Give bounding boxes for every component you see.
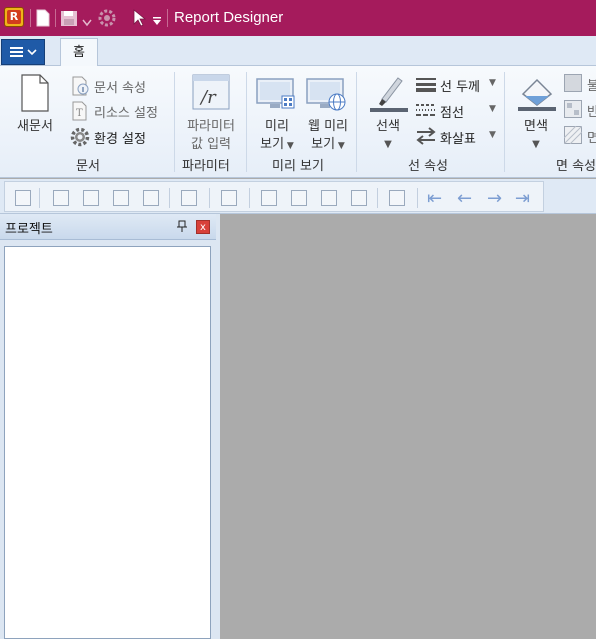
environment-settings-gear-icon[interactable] bbox=[70, 127, 90, 147]
line-width-icon[interactable] bbox=[415, 76, 437, 92]
web-preview-icon[interactable] bbox=[306, 78, 346, 112]
settings-gear-icon[interactable] bbox=[98, 9, 116, 27]
fill-solid-icon[interactable] bbox=[564, 74, 582, 92]
web-preview-button-line1[interactable]: 웹 미리 bbox=[300, 118, 356, 136]
pin-icon[interactable] bbox=[176, 220, 188, 233]
resource-settings-icon[interactable]: T bbox=[70, 101, 90, 121]
title-bar: R Report Designer bbox=[0, 0, 596, 36]
insert-image-icon[interactable] bbox=[83, 190, 99, 206]
last-page-icon[interactable]: ⇥ bbox=[515, 188, 530, 209]
parameter-group-label: 파라미터 bbox=[182, 159, 230, 174]
add-page-icon[interactable] bbox=[261, 190, 277, 206]
next-page-icon[interactable]: → bbox=[487, 188, 502, 209]
fill-color-dropdown-icon[interactable]: ▼ bbox=[514, 136, 558, 154]
resource-settings-button[interactable]: 리소스 설정 bbox=[94, 102, 158, 121]
save-dropdown-icon[interactable] bbox=[82, 14, 92, 32]
application-menu-button[interactable] bbox=[1, 39, 45, 65]
svg-text:T: T bbox=[76, 108, 83, 119]
menu-icon bbox=[10, 47, 37, 57]
arrow-style-dropdown-icon[interactable]: ▼ bbox=[489, 130, 496, 140]
quick-access-menu-icon[interactable] bbox=[152, 12, 162, 30]
fill-hatch-icon[interactable] bbox=[564, 126, 582, 144]
save-icon[interactable] bbox=[60, 9, 78, 27]
fill-color-button[interactable]: 면색 bbox=[514, 118, 558, 136]
new-document-icon[interactable] bbox=[36, 9, 50, 27]
window-title: Report Designer bbox=[174, 9, 284, 26]
line-width-button[interactable]: 선 두께 bbox=[440, 76, 480, 95]
arrow-style-button[interactable]: 화살표 bbox=[440, 128, 476, 147]
preview-monitor-icon[interactable] bbox=[256, 78, 296, 112]
dash-style-button[interactable]: 점선 bbox=[440, 102, 464, 121]
app-logo-icon[interactable]: R bbox=[4, 7, 24, 27]
ribbon-tab-row: 홈 bbox=[0, 36, 596, 67]
line-width-dropdown-icon[interactable]: ▼ bbox=[489, 78, 496, 88]
environment-settings-button[interactable]: 환경 설정 bbox=[94, 128, 146, 147]
fill-option-1[interactable]: 불 bbox=[587, 75, 596, 94]
web-preview-button-line2[interactable]: 보기 ▼ bbox=[300, 136, 356, 155]
fill-option-2[interactable]: 반 bbox=[587, 101, 596, 120]
close-panel-icon[interactable]: x bbox=[196, 220, 210, 234]
fill-pattern-icon[interactable] bbox=[564, 100, 582, 118]
ribbon-panel: 새문서 문서 속성 T 리소스 설정 환경 설정 문서 /r 파라미터 값 입력… bbox=[0, 66, 596, 178]
tab-home[interactable]: 홈 bbox=[60, 38, 98, 67]
dash-style-icon[interactable] bbox=[415, 102, 437, 118]
svg-text:/r: /r bbox=[199, 87, 217, 108]
database-field-icon[interactable] bbox=[15, 190, 31, 206]
line-color-brush-icon[interactable] bbox=[368, 76, 410, 114]
project-panel-title: 프로젝트 bbox=[5, 222, 53, 237]
preview-dropdown-icon[interactable]: ▼ bbox=[284, 141, 294, 151]
line-color-button[interactable]: 선색 bbox=[366, 118, 410, 136]
preview-group-label: 미리 보기 bbox=[272, 159, 324, 174]
insert-text-icon[interactable] bbox=[53, 190, 69, 206]
project-panel bbox=[0, 240, 216, 639]
document-properties-icon[interactable] bbox=[70, 76, 90, 96]
dash-style-dropdown-icon[interactable]: ▼ bbox=[489, 104, 496, 114]
preview-button-line2[interactable]: 보기 ▼ bbox=[250, 136, 304, 155]
fill-option-3[interactable]: 면 bbox=[587, 127, 596, 146]
insert-page-icon[interactable] bbox=[321, 190, 337, 206]
insert-table-icon[interactable] bbox=[113, 190, 129, 206]
line-group-label: 선 속성 bbox=[408, 159, 449, 174]
preview-button-line1[interactable]: 미리 bbox=[254, 118, 300, 136]
project-tree[interactable] bbox=[4, 246, 211, 639]
previous-page-icon[interactable]: ← bbox=[457, 188, 472, 209]
new-document-large-icon[interactable] bbox=[20, 74, 50, 112]
document-group-label: 문서 bbox=[76, 159, 100, 174]
copy-page-icon[interactable] bbox=[351, 190, 367, 206]
link-icon[interactable] bbox=[181, 190, 197, 206]
new-window-icon[interactable] bbox=[389, 190, 405, 206]
report-design-canvas[interactable] bbox=[220, 214, 596, 639]
parameter-input-button-line1[interactable]: 파라미터 bbox=[180, 118, 242, 136]
fill-group-label: 면 속성 bbox=[556, 159, 596, 174]
line-color-dropdown-icon[interactable]: ▼ bbox=[366, 136, 410, 154]
web-preview-dropdown-icon[interactable]: ▼ bbox=[335, 141, 345, 151]
pointer-icon[interactable] bbox=[132, 9, 146, 27]
first-page-icon[interactable]: ⇤ bbox=[427, 188, 442, 209]
new-document-button[interactable]: 새문서 bbox=[12, 118, 58, 136]
project-panel-header: 프로젝트 x bbox=[0, 214, 216, 240]
layout-toolbar: ⇤ ← → ⇥ bbox=[0, 179, 596, 214]
arrow-style-icon[interactable] bbox=[415, 127, 437, 145]
fill-color-bucket-icon[interactable] bbox=[516, 78, 558, 112]
insert-number-icon[interactable] bbox=[143, 190, 159, 206]
add-page-after-icon[interactable] bbox=[291, 190, 307, 206]
parameter-input-icon[interactable]: /r bbox=[192, 74, 230, 110]
document-properties-button[interactable]: 문서 속성 bbox=[94, 77, 146, 96]
select-area-icon[interactable] bbox=[221, 190, 237, 206]
parameter-input-button-line2[interactable]: 값 입력 bbox=[180, 136, 242, 154]
